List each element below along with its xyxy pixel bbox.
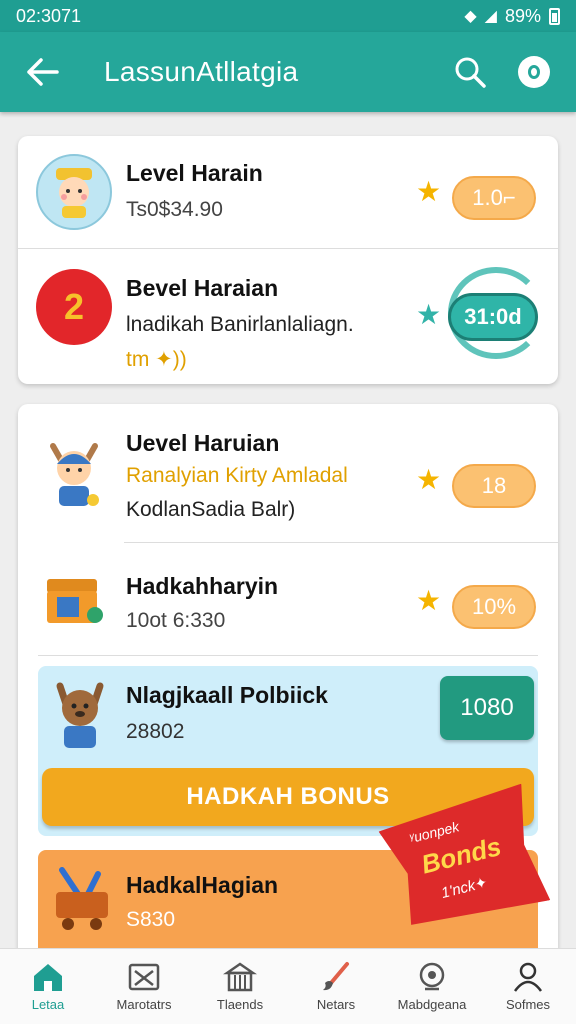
- divider: [38, 655, 538, 656]
- row-subtitle: 10ot 6:330: [126, 609, 226, 632]
- nav-item-store[interactable]: Tlaends: [192, 949, 288, 1024]
- row-subtitle: S830: [126, 908, 176, 931]
- row-subtitle: Ts0$34.90: [126, 198, 223, 221]
- star-icon: ★: [416, 176, 442, 207]
- status-icons: ◆ ◢ 89%: [464, 6, 560, 27]
- nav-label: Mabdgeana: [397, 997, 467, 1012]
- timer-pill[interactable]: 31:0d: [448, 293, 538, 341]
- person-icon: [513, 962, 543, 992]
- signal-icon: ◢: [484, 8, 497, 25]
- nav-item-search[interactable]: Mabdgeana: [384, 949, 480, 1024]
- reward-pill[interactable]: 1.0⌐: [452, 176, 536, 220]
- store-icon: [223, 962, 257, 992]
- star-icon: ★: [416, 585, 442, 616]
- list-item[interactable]: Uevel Haruian Ranalyian Kirty Amladal Ko…: [18, 404, 558, 542]
- star-icon: ★: [416, 464, 442, 495]
- star-icon: ★: [416, 299, 442, 330]
- row-extra: tm ✦)): [126, 348, 187, 371]
- level-card-1: Level Harain Ts0$34.90 ★ 1.0⌐ 2 Bevel Ha…: [18, 136, 558, 384]
- profile-icon: [518, 56, 550, 88]
- search-icon: [455, 57, 486, 88]
- page-title: LassunAtllatgia: [104, 56, 299, 87]
- nav-item-brush[interactable]: Netars: [288, 949, 384, 1024]
- brush-icon: [323, 962, 349, 991]
- status-time: 02:3071: [16, 5, 82, 26]
- row-title: Uevel Haruian: [126, 430, 280, 456]
- reward-pill[interactable]: 18: [452, 464, 536, 508]
- row-title: Hadkahharyin: [126, 573, 279, 599]
- kid-avatar-icon: [36, 154, 112, 230]
- nav-label: Marotatrs: [116, 997, 172, 1012]
- row-subtitle: lnadikah Banirlanlaliagn.: [126, 313, 354, 336]
- number-two-badge-icon: 2: [36, 269, 112, 345]
- nav-label: Sofmes: [505, 997, 551, 1012]
- magnifier-icon: [419, 962, 445, 991]
- bottom-nav: Letaa Marotatrs Tlaends Netars Mabdgeana…: [0, 948, 576, 1024]
- ribbon-line-3: 1'nck✦: [439, 874, 490, 902]
- claim-button[interactable]: 1080: [440, 676, 534, 740]
- list-item[interactable]: Hadkahharyin 10ot 6:330 ★ 10%: [18, 543, 558, 655]
- app-bar: LassunAtllatgia: [0, 32, 576, 112]
- nav-label: Netars: [316, 997, 356, 1012]
- nav-label: Tlaends: [216, 997, 264, 1012]
- profile-button[interactable]: [512, 50, 556, 94]
- nav-item-images[interactable]: Marotatrs: [96, 949, 192, 1024]
- wifi-icon: ◆: [464, 8, 477, 25]
- row-subtitle: Ranalyian Kirty Amladal: [126, 464, 348, 487]
- reward-pill[interactable]: 10%: [452, 585, 536, 629]
- row-title: Level Harain: [126, 160, 263, 186]
- image-icon: [128, 963, 160, 991]
- row-extra: KodlanSadia Balr): [126, 498, 296, 521]
- boy-avatar-icon: [36, 434, 112, 510]
- bonus-value: 28802: [126, 720, 185, 743]
- search-button[interactable]: [448, 50, 492, 94]
- back-button[interactable]: [20, 50, 64, 94]
- row-title: HadkalHagian: [126, 872, 279, 898]
- battery-icon: [549, 7, 560, 25]
- nav-item-home[interactable]: Letaa: [0, 949, 96, 1024]
- list-item[interactable]: 2 Bevel Haraian lnadikah Banirlanlaliagn…: [18, 249, 558, 384]
- nav-item-profile[interactable]: Sofmes: [480, 949, 576, 1024]
- dog-avatar-icon: [46, 674, 116, 754]
- arrow-left-icon: [27, 58, 59, 86]
- home-icon: [34, 964, 62, 991]
- bonus-title: Nlagjkaall Polbiick: [126, 682, 328, 708]
- nav-label: Letaa: [31, 997, 65, 1012]
- list-item[interactable]: Level Harain Ts0$34.90 ★ 1.0⌐: [18, 136, 558, 248]
- battery-percent: 89%: [504, 5, 541, 26]
- toy-cart-icon: [48, 864, 118, 934]
- treasure-box-icon: [36, 561, 112, 637]
- row-title: Bevel Haraian: [126, 275, 279, 301]
- status-bar: 02:3071 ◆ ◢ 89%: [0, 0, 576, 32]
